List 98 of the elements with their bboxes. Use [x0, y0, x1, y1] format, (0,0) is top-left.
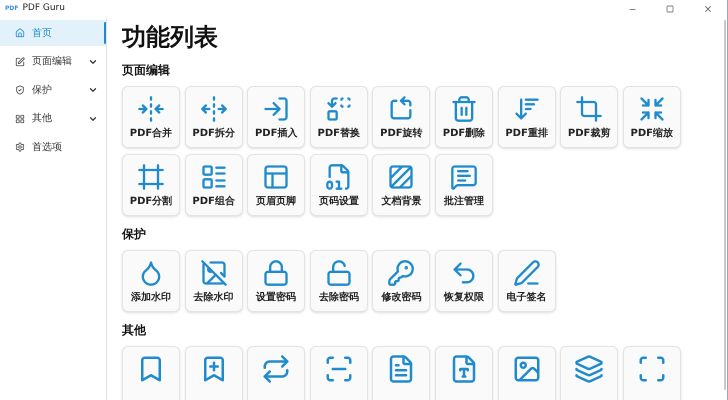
unlock-icon [324, 259, 353, 287]
tool-tile[interactable] [184, 346, 243, 400]
frame-icon [137, 163, 165, 191]
tool-tile[interactable]: 页眉页脚 [247, 154, 306, 216]
tile-label: 修改密码 [381, 293, 422, 303]
selection-indicator [104, 22, 106, 44]
sidebar-label: 保护 [32, 84, 52, 98]
tool-tile[interactable]: 设置密码 [247, 250, 306, 312]
tile-label: PDF拆分 [192, 129, 235, 139]
tool-tile[interactable]: 批注管理 [434, 154, 493, 216]
tile-label: 文档背景 [381, 197, 422, 207]
sidebar-label: 首页 [32, 26, 52, 40]
tile-label: 批注管理 [444, 197, 484, 207]
tool-tile[interactable]: 页码设置 [310, 154, 368, 216]
layers-icon [574, 354, 604, 384]
tile-label: 去除密码 [318, 293, 359, 303]
tool-tile[interactable]: 去除密码 [310, 250, 368, 312]
sidebar-item[interactable]: 首选项 [0, 134, 106, 160]
tool-tile[interactable]: PDF插入 [247, 86, 306, 148]
shield-icon [15, 85, 25, 95]
maximize-icon [666, 5, 674, 13]
tile-label: PDF旋转 [380, 129, 423, 139]
sidebar-item[interactable]: 页面编辑 [0, 48, 106, 74]
sidebar-item[interactable]: 保护 [0, 77, 106, 103]
tile-label: PDF替换 [318, 129, 360, 139]
tile-label: 添加水印 [131, 293, 171, 303]
tile-label: 页码设置 [318, 197, 359, 207]
tile-label: PDF组合 [192, 197, 235, 207]
tile-label: PDF缩放 [630, 129, 673, 139]
close-icon [703, 4, 713, 14]
tool-tile[interactable]: PDF重排 [498, 86, 556, 148]
tile-label: PDF裁剪 [568, 129, 610, 139]
tool-tile[interactable] [247, 346, 306, 400]
chevron-down-icon [88, 85, 98, 95]
tool-tile[interactable] [122, 346, 180, 400]
window-title: PDF Guru [22, 2, 65, 16]
scan-frame-icon [636, 354, 667, 384]
striped-square-icon [387, 163, 416, 191]
tile-label: 设置密码 [256, 293, 296, 303]
tile-label: PDF合并 [130, 129, 172, 139]
section-title: 页面编辑 [122, 62, 171, 78]
pen-icon [512, 259, 541, 287]
tool-tile[interactable]: 去除水印 [184, 250, 243, 312]
layout-list-icon [200, 163, 228, 191]
tool-tile[interactable] [310, 346, 368, 400]
edit-icon [15, 56, 25, 66]
settings-icon [15, 142, 25, 152]
sidebar-item[interactable]: 其他 [0, 106, 106, 132]
panel-layout-icon [262, 163, 290, 191]
section-title: 保护 [122, 226, 147, 242]
tile-label: 电子签名 [506, 293, 547, 303]
tool-tile[interactable]: 修改密码 [372, 250, 430, 312]
tile-label: PDF删除 [442, 129, 486, 139]
scan-line-icon [324, 354, 354, 384]
repeat-icon [261, 354, 292, 384]
tool-tile[interactable]: PDF拆分 [184, 86, 243, 148]
tile-label: PDF重排 [505, 129, 548, 139]
comment-icon [450, 163, 478, 191]
lock-icon [262, 259, 290, 287]
tool-tile[interactable] [372, 346, 430, 400]
home-icon [15, 28, 25, 38]
split-icon [200, 95, 228, 123]
tile-label: PDF插入 [254, 129, 298, 139]
sidebar-label: 首选项 [32, 140, 62, 154]
tool-tile[interactable] [498, 346, 556, 400]
merge-icon [137, 95, 165, 123]
tile-label: 页眉页脚 [256, 197, 296, 207]
key-icon [387, 259, 416, 287]
image-off-icon [200, 259, 228, 287]
image-icon [512, 354, 542, 384]
replace-icon [324, 95, 353, 123]
tool-tile[interactable]: PDF旋转 [372, 86, 430, 148]
tool-tile[interactable]: PDF组合 [184, 154, 243, 216]
grid-icon [15, 114, 25, 124]
tool-tile[interactable]: PDF裁剪 [560, 86, 618, 148]
page-heading: 功能列表 [122, 22, 219, 52]
crop-icon [575, 95, 604, 123]
tile-label: PDF分割 [130, 197, 172, 207]
tool-tile[interactable]: PDF删除 [434, 86, 493, 148]
scrollbar[interactable] [724, 20, 726, 390]
tool-tile[interactable]: PDF缩放 [622, 86, 681, 148]
tool-tile[interactable]: PDF合并 [122, 86, 180, 148]
tool-tile[interactable]: 电子签名 [498, 250, 556, 312]
tool-tile[interactable]: PDF分割 [122, 154, 180, 216]
tool-tile[interactable] [622, 346, 681, 400]
tool-tile[interactable] [560, 346, 618, 400]
tile-label: 恢复权限 [444, 293, 484, 303]
tool-tile[interactable]: 添加水印 [122, 250, 180, 312]
tile-label: 去除水印 [194, 293, 234, 303]
tool-tile[interactable]: PDF替换 [310, 86, 368, 148]
shrink-icon [638, 95, 666, 123]
section-title: 其他 [122, 322, 147, 338]
sidebar-label: 页面编辑 [32, 54, 72, 69]
tool-tile[interactable]: 恢复权限 [434, 250, 493, 312]
trash-icon [450, 95, 478, 123]
tool-tile[interactable]: 文档背景 [372, 154, 430, 216]
tool-tile[interactable] [434, 346, 493, 400]
sidebar-label: 其他 [32, 112, 52, 126]
